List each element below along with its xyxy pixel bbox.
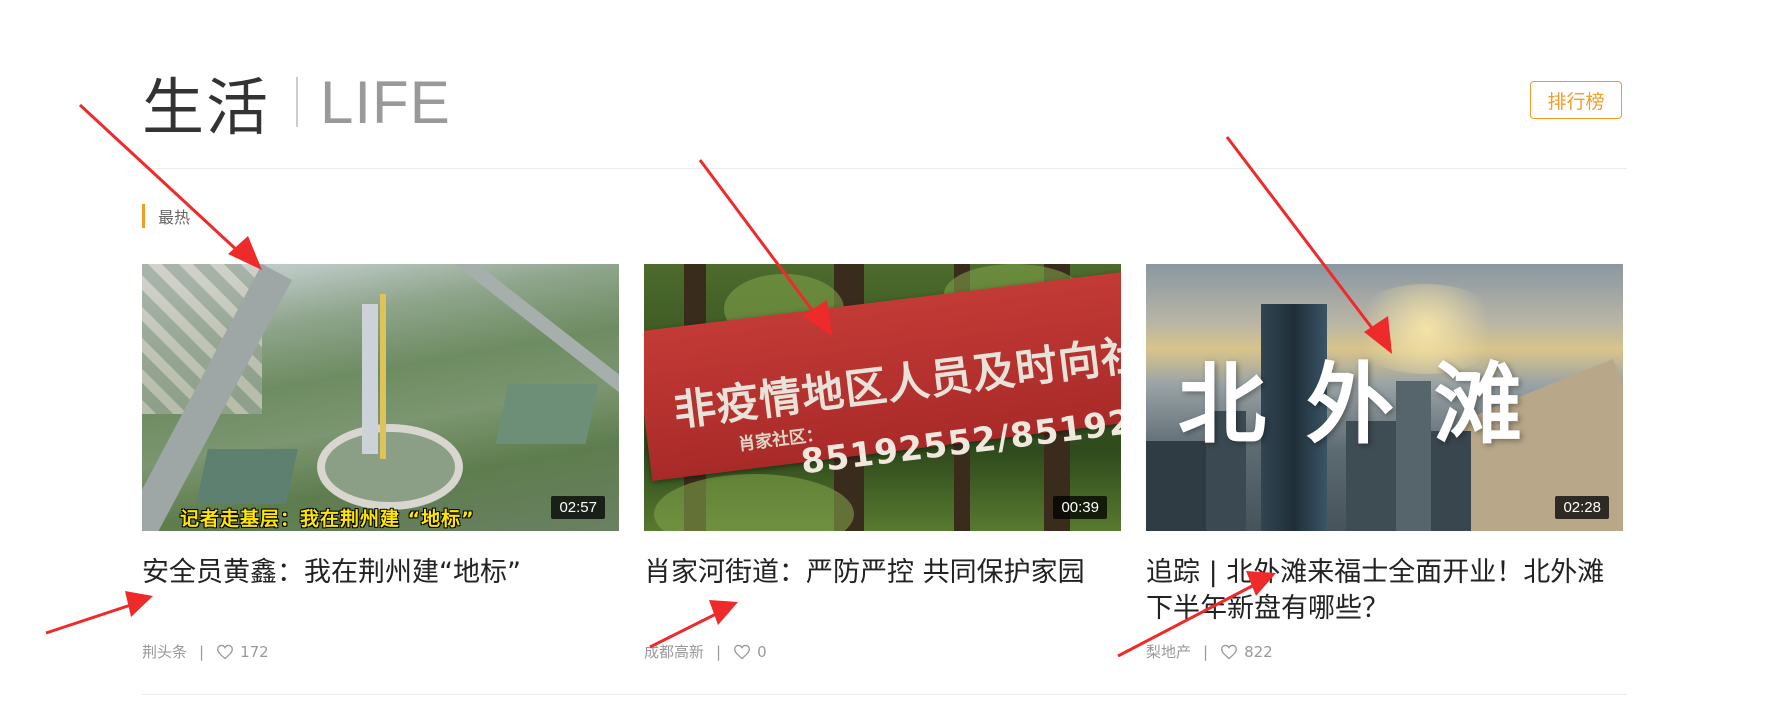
- source-label[interactable]: 成都高新: [644, 641, 704, 662]
- meta-separator: |: [199, 642, 205, 661]
- video-title-line: 下半年新盘有哪些？: [1146, 593, 1389, 624]
- video-meta: 荆头条 | 172: [142, 641, 269, 662]
- thumbnail-caption: 记者走基层：我在荆州建 “地标”: [180, 508, 475, 530]
- pond: [196, 449, 298, 504]
- header-divider: [142, 168, 1627, 169]
- pond: [495, 384, 599, 444]
- like-count: 172: [240, 642, 269, 661]
- video-meta: 梨地产 | 822: [1146, 641, 1273, 662]
- ranking-button[interactable]: 排行榜: [1530, 81, 1622, 119]
- video-title[interactable]: 追踪 | 北外滩来福士全面开业！北外滩 下半年新盘有哪些？: [1146, 555, 1623, 627]
- section-header: 生活 LIFE: [142, 62, 451, 145]
- video-thumbnail[interactable]: 记者走基层：我在荆州建 “地标” 02:57: [142, 264, 619, 531]
- duration-badge: 02:28: [1555, 496, 1609, 519]
- duration-badge: 02:57: [551, 496, 605, 519]
- meta-separator: |: [1203, 642, 1209, 661]
- video-card[interactable]: 非疫情地区人员及时向社区报备 肖家社区： 85192552/85192748 0…: [644, 264, 1121, 591]
- video-title-line: 追踪 | 北外滩来福士全面开业！北外滩: [1146, 557, 1605, 588]
- section-title-cn: 生活: [142, 71, 271, 144]
- video-card[interactable]: 记者走基层：我在荆州建 “地标” 02:57 安全员黄鑫：我在荆州建“地标”: [142, 264, 619, 591]
- thumbnail-calligraphy: 北外滩: [1178, 352, 1563, 456]
- section-title-en: LIFE: [320, 68, 451, 136]
- video-card[interactable]: 北外滩 02:28 追踪 | 北外滩来福士全面开业！北外滩 下半年新盘有哪些？: [1146, 264, 1623, 627]
- like-count: 822: [1244, 642, 1273, 661]
- railway: [442, 264, 619, 501]
- tab-hottest[interactable]: 最热: [142, 204, 190, 228]
- video-title[interactable]: 肖家河街道：严防严控 共同保护家园: [644, 555, 1121, 591]
- video-thumbnail[interactable]: 北外滩 02:28: [1146, 264, 1623, 531]
- red-arrow-icon: [45, 591, 153, 635]
- red-banner: 非疫情地区人员及时向社区报备 肖家社区： 85192552/85192748: [644, 271, 1121, 482]
- section-bottom-divider: [142, 694, 1627, 695]
- source-label[interactable]: 荆头条: [142, 641, 187, 662]
- title-divider: [296, 77, 299, 127]
- heart-outline-icon[interactable]: [733, 644, 751, 660]
- heart-outline-icon[interactable]: [216, 644, 234, 660]
- like-count: 0: [757, 642, 767, 661]
- duration-badge: 00:39: [1053, 496, 1107, 519]
- meta-separator: |: [716, 642, 722, 661]
- heart-outline-icon[interactable]: [1220, 644, 1238, 660]
- video-meta: 成都高新 | 0: [644, 641, 767, 662]
- video-title[interactable]: 安全员黄鑫：我在荆州建“地标”: [142, 555, 619, 591]
- construction-ring: [317, 424, 463, 510]
- tower-structure: [362, 304, 378, 454]
- video-thumbnail[interactable]: 非疫情地区人员及时向社区报备 肖家社区： 85192552/85192748 0…: [644, 264, 1121, 531]
- red-arrow-icon: [649, 600, 738, 649]
- source-label[interactable]: 梨地产: [1146, 641, 1191, 662]
- tower-crane: [380, 294, 386, 459]
